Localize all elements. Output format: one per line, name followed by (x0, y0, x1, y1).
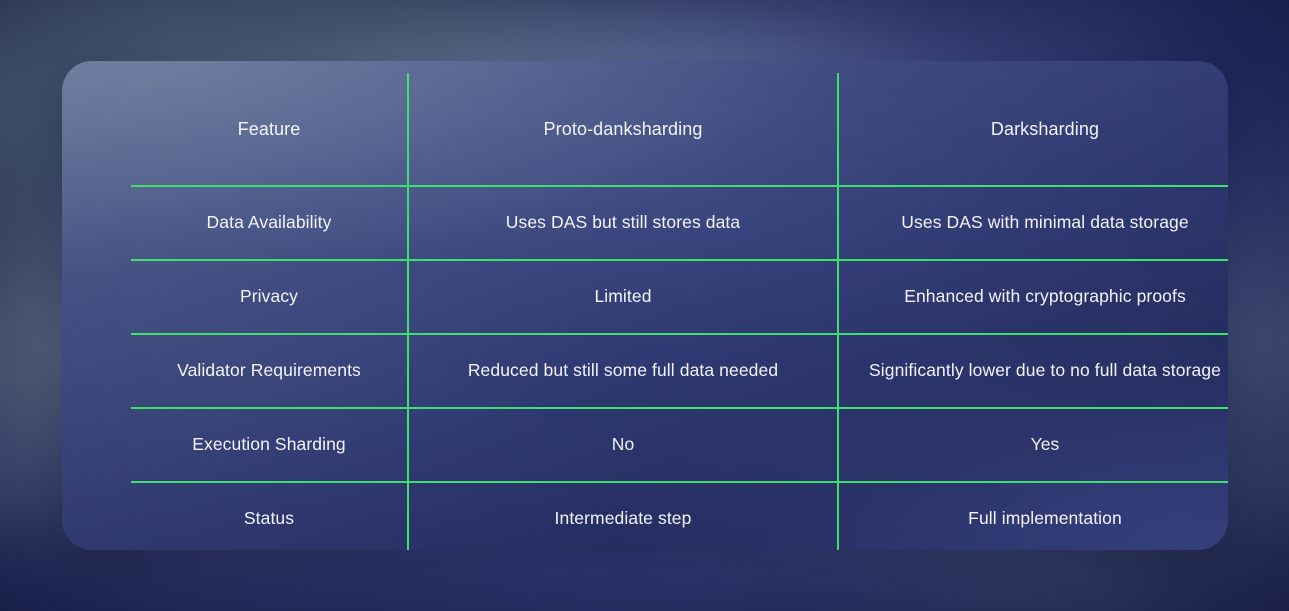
cell-darksharding: Yes (838, 408, 1228, 483)
screenshot-root: Feature Proto-danksharding Darksharding … (0, 0, 1289, 611)
comparison-card: Feature Proto-danksharding Darksharding … (62, 61, 1228, 550)
cell-darksharding: Uses DAS with minimal data storage (838, 186, 1228, 261)
cell-feature: Execution Sharding (131, 408, 409, 483)
table-row: Execution Sharding No Yes (131, 408, 1228, 483)
comparison-table: Feature Proto-danksharding Darksharding … (131, 73, 1228, 550)
table-header-row: Feature Proto-danksharding Darksharding (131, 73, 1228, 187)
table-row: Validator Requirements Reduced but still… (131, 334, 1228, 409)
cell-feature: Status (131, 482, 409, 550)
cell-proto-danksharding: Reduced but still some full data needed (408, 334, 839, 409)
cell-proto-danksharding: Limited (408, 260, 839, 335)
cell-proto-danksharding: No (408, 408, 839, 483)
table-row: Status Intermediate step Full implementa… (131, 482, 1228, 550)
cell-feature: Privacy (131, 260, 409, 335)
column-header-feature: Feature (131, 73, 409, 187)
cell-proto-danksharding: Uses DAS but still stores data (408, 186, 839, 261)
column-header-proto-danksharding: Proto-danksharding (408, 73, 839, 187)
table-row: Privacy Limited Enhanced with cryptograp… (131, 260, 1228, 335)
comparison-table-container: Feature Proto-danksharding Darksharding … (131, 73, 1228, 550)
cell-darksharding: Full implementation (838, 482, 1228, 550)
column-header-darksharding: Darksharding (838, 73, 1228, 187)
cell-darksharding: Enhanced with cryptographic proofs (838, 260, 1228, 335)
table-row: Data Availability Uses DAS but still sto… (131, 186, 1228, 261)
cell-proto-danksharding: Intermediate step (408, 482, 839, 550)
cell-feature: Validator Requirements (131, 334, 409, 409)
cell-darksharding: Significantly lower due to no full data … (838, 334, 1228, 409)
cell-feature: Data Availability (131, 186, 409, 261)
